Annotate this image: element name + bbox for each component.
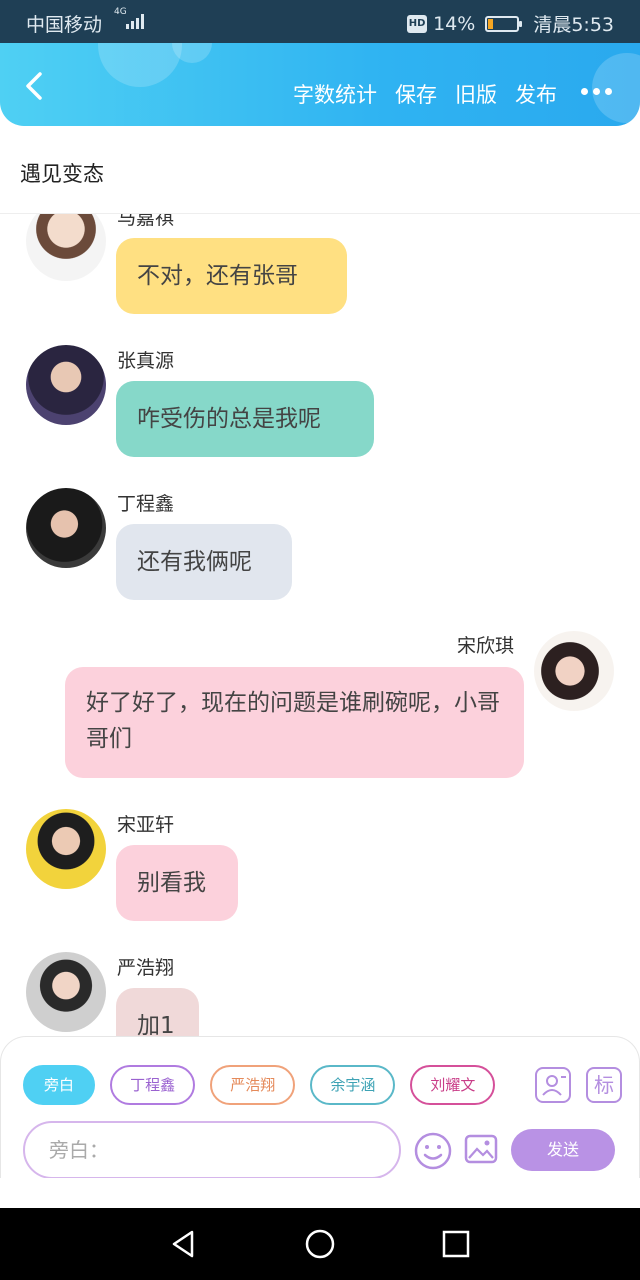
app-header: 字数统计 保存 旧版 发布 [0, 43, 640, 126]
add-role-icon[interactable] [535, 1067, 571, 1103]
chat-area[interactable]: 马嘉祺 不对，还有张哥 张真源 咋受伤的总是我呢 丁程鑫 还有我俩呢 宋欣琪 好… [0, 214, 640, 1036]
send-button[interactable]: 发送 [511, 1129, 615, 1171]
role-chip[interactable]: 刘耀文 [410, 1065, 496, 1105]
role-chip[interactable]: 严浩翔 [210, 1065, 296, 1105]
emoji-icon[interactable] [413, 1131, 453, 1171]
chevron-left-icon [26, 72, 42, 100]
system-nav-bar [0, 1208, 640, 1280]
avatar[interactable] [26, 214, 106, 281]
publish-button[interactable]: 发布 [515, 79, 557, 109]
sender-name: 马嘉祺 [117, 214, 175, 229]
carrier-label: 中国移动 [26, 14, 103, 36]
role-chip-narration[interactable]: 旁白 [23, 1065, 95, 1105]
story-title-row: 遇见变态 [0, 126, 640, 214]
back-button[interactable] [18, 69, 52, 103]
battery-icon [485, 15, 523, 32]
sender-name: 宋亚轩 [117, 814, 175, 836]
mark-icon[interactable]: 标 [586, 1067, 622, 1103]
hd-icon: HD [407, 14, 428, 33]
avatar[interactable] [26, 952, 106, 1032]
nav-back-icon[interactable] [168, 1228, 200, 1260]
signal-icon [126, 13, 146, 29]
message-bubble[interactable]: 好了好了，现在的问题是谁刷碗呢，小哥哥们 [65, 667, 524, 778]
message-bubble[interactable]: 加1 [116, 988, 199, 1036]
message-bubble[interactable]: 还有我俩呢 [116, 524, 292, 600]
battery-percent: 14% [433, 12, 476, 35]
role-chip[interactable]: 丁程鑫 [110, 1065, 196, 1105]
message-bubble[interactable]: 别看我 [116, 845, 238, 921]
network-type: 4G [114, 7, 127, 17]
clock: 清晨5:53 [533, 14, 614, 36]
message-bubble[interactable]: 咋受伤的总是我呢 [116, 381, 374, 457]
message-bubble[interactable]: 不对，还有张哥 [116, 238, 347, 314]
avatar[interactable] [26, 809, 106, 889]
sender-name: 宋欣琪 [457, 635, 515, 657]
sender-name: 严浩翔 [117, 957, 175, 979]
more-icon[interactable] [581, 79, 612, 103]
story-title[interactable]: 遇见变态 [20, 158, 104, 188]
sender-name: 丁程鑫 [117, 493, 175, 515]
image-icon[interactable] [463, 1131, 499, 1167]
avatar[interactable] [534, 631, 614, 711]
old-version-button[interactable]: 旧版 [455, 79, 497, 109]
sender-name: 张真源 [117, 350, 175, 372]
save-button[interactable]: 保存 [395, 79, 437, 109]
word-count-button[interactable]: 字数统计 [293, 79, 377, 109]
message-input[interactable]: 旁白： [23, 1121, 401, 1178]
nav-home-icon[interactable] [304, 1228, 336, 1260]
role-chip[interactable]: 余宇涵 [310, 1065, 396, 1105]
avatar[interactable] [26, 488, 106, 568]
status-bar: 中国移动 4G HD 14% 清晨5:53 [0, 0, 640, 43]
compose-panel: 旁白 丁程鑫 严浩翔 余宇涵 刘耀文 标 旁白： 发送 [0, 1036, 640, 1178]
nav-recents-icon[interactable] [440, 1228, 472, 1260]
avatar[interactable] [26, 345, 106, 425]
role-chip-list[interactable]: 旁白 丁程鑫 严浩翔 余宇涵 刘耀文 [23, 1065, 518, 1107]
decor-bubble [98, 43, 182, 87]
